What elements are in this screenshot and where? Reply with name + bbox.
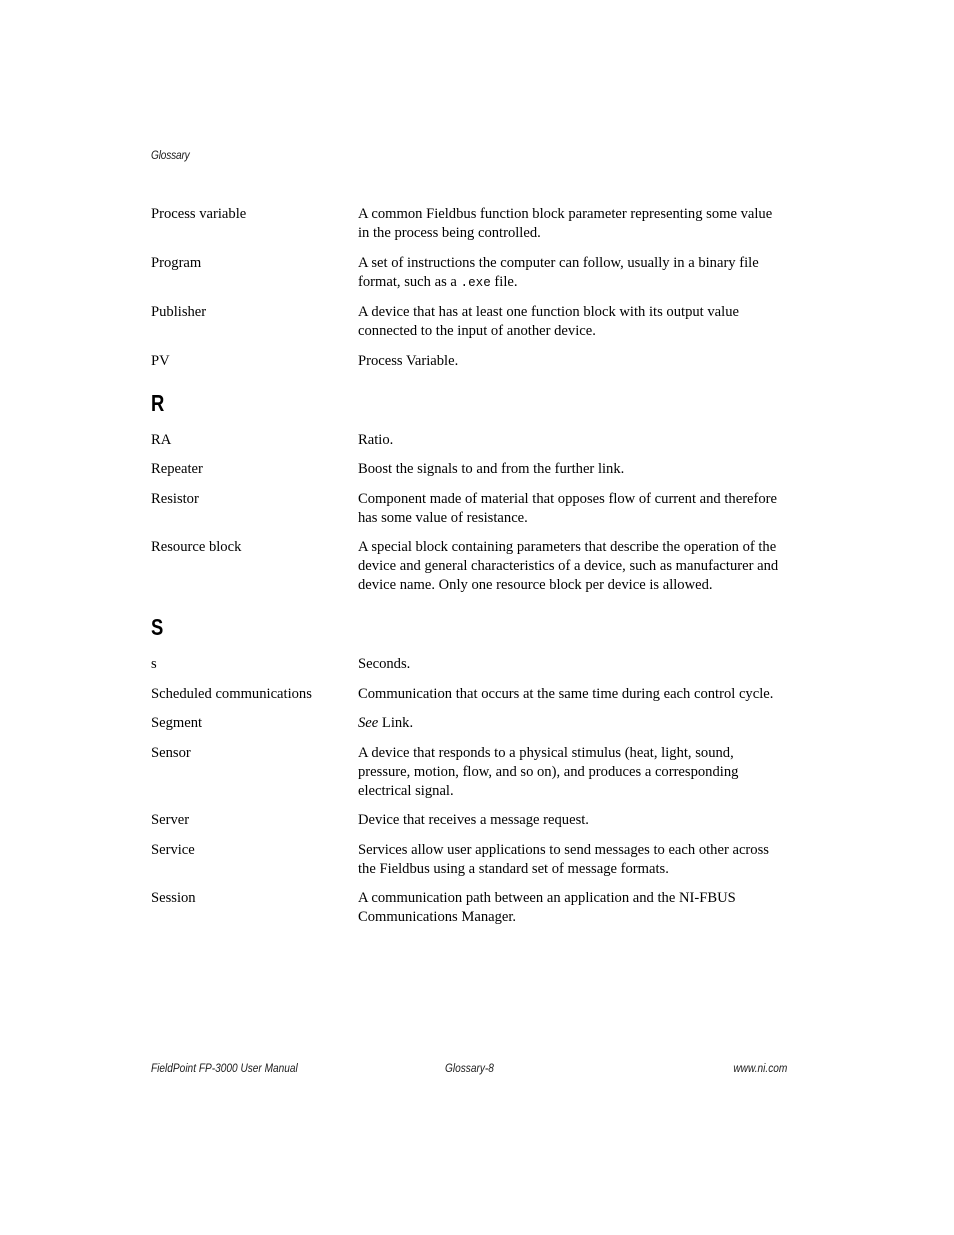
glossary-page: Glossary Process variable A common Field… xyxy=(0,0,954,1235)
glossary-term: Session xyxy=(151,890,196,906)
glossary-entry: Scheduled communications Communication t… xyxy=(151,685,785,704)
glossary-entry: RA Ratio. xyxy=(151,431,785,450)
glossary-definition: Process Variable. xyxy=(358,352,459,369)
glossary-term: PV xyxy=(151,352,170,369)
glossary-entry: Program A set of instructions the comput… xyxy=(151,254,785,293)
glossary-entry: Repeater Boost the signals to and from t… xyxy=(151,460,785,479)
glossary-definition: A device that has at least one function … xyxy=(358,304,739,339)
glossary-definition: Component made of material that opposes … xyxy=(358,490,778,526)
glossary-definition: A communication path between an applicat… xyxy=(358,890,736,925)
glossary-definition: A common Fieldbus function block paramet… xyxy=(358,206,773,241)
glossary-entry: Service Services allow user applications… xyxy=(151,841,785,879)
glossary-term: Service xyxy=(151,841,195,858)
glossary-entry: Segment See Link. xyxy=(151,714,785,733)
glossary-definition: See Link. xyxy=(358,714,785,733)
glossary-term: Process variable xyxy=(151,206,247,222)
section-letter-r: R xyxy=(151,389,165,416)
glossary-definition: Seconds. xyxy=(358,656,411,672)
section-letter-s: S xyxy=(151,614,164,640)
glossary-entry: s Seconds. xyxy=(151,655,785,674)
glossary-term: Repeater xyxy=(151,461,203,477)
running-head: Glossary xyxy=(151,150,190,162)
glossary-definition: A special block containing parameters th… xyxy=(358,539,779,593)
footer-document-title: FieldPoint FP-3000 User Manual xyxy=(151,1063,298,1075)
footer-website-link[interactable]: www.ni.com xyxy=(733,1062,787,1077)
footer-page-number: Glossary-8 xyxy=(445,1063,494,1075)
glossary-entry: Resource block A special block containin… xyxy=(151,538,785,595)
page-footer: FieldPoint FP-3000 User Manual Glossary-… xyxy=(151,1062,787,1078)
glossary-definition: A device that responds to a physical sti… xyxy=(358,744,739,799)
glossary-definition: Services allow user applications to send… xyxy=(358,841,769,877)
glossary-term: Scheduled communications xyxy=(151,685,312,702)
glossary-term: RA xyxy=(151,431,172,448)
glossary-term: Publisher xyxy=(151,304,207,320)
glossary-entry: Session A communication path between an … xyxy=(151,889,785,927)
glossary-term: s xyxy=(151,656,157,672)
glossary-term: Server xyxy=(151,812,190,828)
glossary-content: Process variable A common Fieldbus funct… xyxy=(151,205,785,938)
glossary-term: Resource block xyxy=(151,539,242,555)
glossary-definition: Device that receives a message request. xyxy=(358,812,589,828)
glossary-term: Segment xyxy=(151,715,203,731)
glossary-term: Sensor xyxy=(151,744,191,761)
definition-code-fragment: .exe xyxy=(460,275,491,290)
glossary-definition: Boost the signals to and from the furthe… xyxy=(358,461,625,477)
glossary-entry: Resistor Component made of material that… xyxy=(151,490,785,528)
glossary-entry: Sensor A device that responds to a physi… xyxy=(151,744,785,801)
definition-text-part: Link. xyxy=(378,715,414,731)
glossary-entry: Publisher A device that has at least one… xyxy=(151,303,785,341)
glossary-entry: Server Device that receives a message re… xyxy=(151,811,785,830)
definition-text-part: file. xyxy=(490,273,518,290)
glossary-definition: Ratio. xyxy=(358,431,394,448)
glossary-entry: PV Process Variable. xyxy=(151,352,785,371)
glossary-term: Program xyxy=(151,254,202,271)
glossary-definition: Communication that occurs at the same ti… xyxy=(358,685,774,702)
glossary-entry: Process variable A common Fieldbus funct… xyxy=(151,205,785,243)
definition-cross-reference: See xyxy=(358,715,379,731)
glossary-definition: A set of instructions the computer can f… xyxy=(358,254,785,293)
glossary-term: Resistor xyxy=(151,490,199,507)
definition-text-part: A set of instructions the computer can f… xyxy=(358,254,759,290)
